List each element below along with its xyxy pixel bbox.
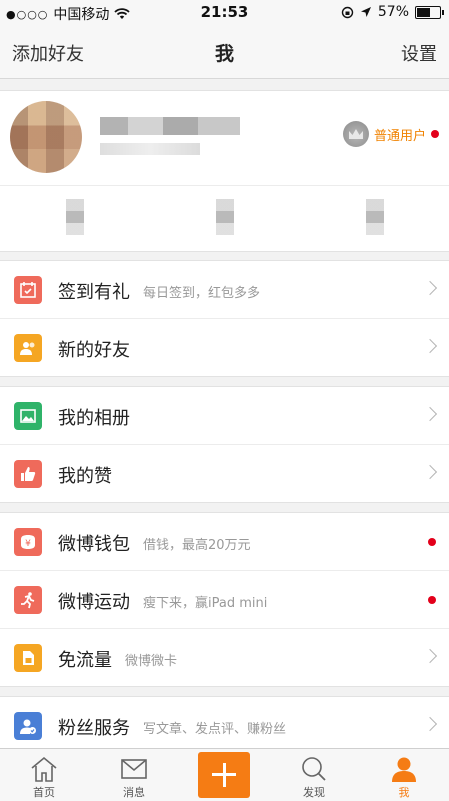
fan-service-icon <box>14 712 42 740</box>
notification-dot <box>428 538 436 546</box>
membership-badge[interactable]: 普通用户 <box>342 121 439 147</box>
tab-discover[interactable]: 发现 <box>279 749 349 801</box>
menu-item-label: 我的相册 <box>58 408 130 429</box>
menu-item-subtitle: 每日签到，红包多多 <box>143 286 261 301</box>
menu-item[interactable]: 免流量 微博微卡 <box>0 628 449 686</box>
tab-messages[interactable]: 消息 <box>99 749 169 801</box>
following-count-blurred[interactable] <box>216 199 234 235</box>
battery-fill <box>417 7 430 17</box>
location-arrow-icon <box>360 7 371 17</box>
settings-button[interactable]: 设置 <box>401 40 437 66</box>
divider <box>0 185 449 186</box>
tab-profile[interactable]: 我 <box>369 749 439 801</box>
tab-bar: 首页 消息 发现 我 <box>0 748 449 801</box>
menu-group: 签到有礼 每日签到，红包多多新的好友 <box>0 260 449 377</box>
menu-item[interactable]: 粉丝服务 写文章、发点评、赚粉丝 <box>0 697 449 754</box>
battery-icon <box>415 5 444 19</box>
svg-text:¥: ¥ <box>25 539 31 549</box>
chevron-right-icon <box>422 648 438 664</box>
tab-messages-label: 消息 <box>123 786 145 799</box>
menu-item-label: 微博钱包 <box>58 534 130 555</box>
menu-item-label: 我的赞 <box>58 466 112 487</box>
menu-item-label: 签到有礼 <box>58 282 130 303</box>
menu-item-label: 免流量 <box>58 650 112 671</box>
chevron-right-icon <box>422 280 438 296</box>
menu-group: ¥ 微博钱包 借钱，最高20万元 微博运动 瘦下来，赢iPad mini 免流量 微博微卡 <box>0 512 449 687</box>
calendar-icon <box>14 276 42 304</box>
avatar[interactable] <box>10 101 82 173</box>
sim-card-icon <box>14 644 42 672</box>
tab-home[interactable]: 首页 <box>9 749 79 801</box>
tab-profile-label: 我 <box>398 786 410 799</box>
menu-group: 我的相册 我的赞 <box>0 386 449 503</box>
message-icon <box>121 759 147 779</box>
menu-item[interactable]: ¥ 微博钱包 借钱，最高20万元 <box>0 513 449 570</box>
thumbs-up-icon <box>14 460 42 488</box>
tab-home-label: 首页 <box>33 786 55 799</box>
nav-bar: 添加好友 我 设置 <box>0 26 449 79</box>
menu-item[interactable]: 新的好友 <box>0 318 449 376</box>
notification-dot <box>431 130 439 138</box>
notification-dot <box>428 596 436 604</box>
crown-icon <box>342 121 369 147</box>
home-icon <box>31 756 57 782</box>
search-icon <box>302 757 326 781</box>
wallet-icon: ¥ <box>14 528 42 556</box>
menu-item-subtitle: 写文章、发点评、赚粉丝 <box>143 722 287 737</box>
profile-card[interactable]: 普通用户 <box>0 90 449 252</box>
menu-item[interactable]: 我的相册 <box>0 387 449 444</box>
chevron-right-icon <box>422 716 438 732</box>
weibo-count-blurred[interactable] <box>66 199 84 235</box>
compose-button[interactable] <box>198 752 250 798</box>
username-blurred <box>100 117 240 135</box>
chevron-right-icon <box>422 464 438 480</box>
bio-blurred <box>100 143 200 155</box>
profile-icon <box>392 757 416 782</box>
status-bar: ●○○○ 中国移动 21:53 57% <box>0 0 449 26</box>
followers-count-blurred[interactable] <box>366 199 384 235</box>
membership-label: 普通用户 <box>373 128 426 144</box>
add-friends-button[interactable]: 添加好友 <box>12 40 84 66</box>
rotation-lock-icon <box>341 6 354 18</box>
menu-item-label: 新的好友 <box>58 340 130 361</box>
menu-item[interactable]: 微博运动 瘦下来，赢iPad mini <box>0 570 449 628</box>
menu-group: 粉丝服务 写文章、发点评、赚粉丝 <box>0 696 449 755</box>
menu-item-subtitle: 瘦下来，赢iPad mini <box>143 596 268 611</box>
menu-item-label: 微博运动 <box>58 592 130 613</box>
menu-item-subtitle: 微博微卡 <box>125 654 178 669</box>
running-icon <box>14 586 42 614</box>
friends-icon <box>14 334 42 362</box>
menu-item[interactable]: 签到有礼 每日签到，红包多多 <box>0 261 449 318</box>
menu-item-label: 粉丝服务 <box>58 718 130 739</box>
menu-item[interactable]: 我的赞 <box>0 444 449 502</box>
album-icon <box>14 402 42 430</box>
battery-percent: 57% <box>377 4 409 20</box>
chevron-right-icon <box>422 406 438 422</box>
chevron-right-icon <box>422 338 438 354</box>
tab-discover-label: 发现 <box>303 786 325 799</box>
menu-item-subtitle: 借钱，最高20万元 <box>143 538 251 553</box>
